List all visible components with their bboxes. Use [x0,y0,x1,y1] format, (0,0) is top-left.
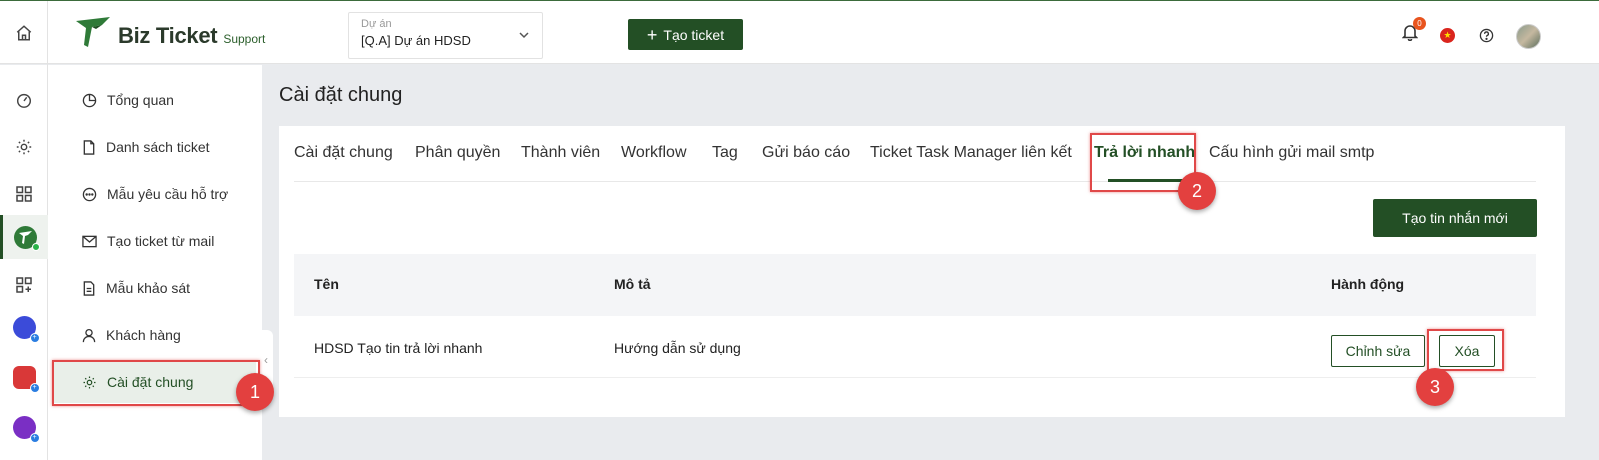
tab-members[interactable]: Thành viên [521,144,600,162]
rail-app-2[interactable]: + [0,307,48,347]
sidebar-item-overview[interactable]: Tổng quan [54,79,256,121]
highlight-box-delete [1427,329,1504,371]
logo-sub: Support [223,32,266,46]
sidebar-item-label: Mẫu khảo sát [106,280,191,296]
logo-name: Biz Ticket [118,23,218,48]
tab-smtp-config[interactable]: Cấu hình gửi mail smtp [1209,144,1374,162]
chevron-left-icon: ‹ [264,353,268,367]
page-title: Cài đặt chung [279,84,403,106]
tab-tag[interactable]: Tag [712,144,738,162]
sidebar-item-customers[interactable]: Khách hàng [54,314,256,356]
mail-icon [82,235,97,247]
rail-biz-ticket[interactable] [0,215,48,259]
column-header-description: Mô tả [614,276,651,292]
table-header: Tên Mô tả Hành động [294,254,1536,316]
sidebar-item-ticket-list[interactable]: Danh sách ticket [54,126,256,168]
app-logo[interactable]: Biz Ticket Support [74,15,265,49]
highlight-box-sidebar [52,360,260,406]
row-name: HDSD Tạo tin trả lời nhanh [314,340,483,356]
plus-icon: + [646,24,658,45]
tab-workflow[interactable]: Workflow [621,144,687,162]
sidebar-item-label: Tạo ticket từ mail [107,233,215,249]
blue-app-icon: + [12,315,40,343]
document-icon [83,280,95,296]
create-ticket-label: Tạo ticket [663,26,725,43]
biz-ticket-app-icon [14,225,40,251]
tab-send-report[interactable]: Gửi báo cáo [762,144,850,162]
tab-general[interactable]: Cài đặt chung [294,144,393,162]
settings-card: Cài đặt chung Phân quyền Thành viên Work… [279,126,1565,417]
sidebar-item-ticket-from-mail[interactable]: Tạo ticket từ mail [54,220,256,262]
home-button[interactable] [0,1,48,65]
chevron-down-icon [519,32,529,39]
bot-app-icon: + [12,415,40,443]
chat-icon [82,187,97,201]
step-marker-2: 2 [1178,172,1216,210]
tab-permissions[interactable]: Phân quyền [415,144,500,162]
pie-chart-icon [82,93,97,107]
rail-dashboard[interactable] [0,80,48,120]
grid-add-icon [16,277,32,293]
top-bar: Biz Ticket Support Dự án [Q.A] Dự án HDS… [0,0,1599,65]
help-icon[interactable] [1479,28,1494,43]
column-header-name: Tên [314,276,339,292]
project-selector[interactable]: Dự án [Q.A] Dự án HDSD [348,12,543,59]
new-message-button[interactable]: Tạo tin nhắn mới [1373,199,1537,237]
step-marker-1: 1 [236,373,274,411]
grid-icon [16,186,32,202]
edit-button[interactable]: Chỉnh sửa [1331,335,1425,367]
sidebar-item-surveys[interactable]: Mẫu khảo sát [54,267,256,309]
app-rail: + + + [0,65,48,460]
tab-task-manager-link[interactable]: Ticket Task Manager liên kết [870,144,1072,162]
file-icon [83,139,95,155]
sidebar-item-request-templates[interactable]: Mẫu yêu cầu hỗ trợ [54,173,256,215]
sidebar-item-label: Danh sách ticket [106,139,210,155]
rail-add-app[interactable] [0,265,48,305]
row-description: Hướng dẫn sử dụng [614,340,741,356]
home-icon [16,25,31,41]
vietnam-flag-icon[interactable]: ★ [1440,28,1455,43]
table-row: HDSD Tạo tin trả lời nhanh Hướng dẫn sử … [294,316,1536,378]
sidebar-item-label: Tổng quan [107,92,174,108]
gear-icon [16,139,32,155]
sidebar-item-label: Khách hàng [106,327,181,343]
rail-apps[interactable] [0,174,48,214]
rail-app-3[interactable]: + [0,357,48,397]
column-header-actions: Hành động [1331,276,1405,292]
step-marker-3: 3 [1416,368,1454,406]
logo-icon [76,17,110,47]
speedometer-icon [16,93,32,108]
rail-app-4[interactable]: + [0,407,48,447]
project-value: [Q.A] Dự án HDSD [361,33,471,48]
settings-tabs: Cài đặt chung Phân quyền Thành viên Work… [294,126,1536,182]
rail-settings[interactable] [0,127,48,167]
create-ticket-button[interactable]: + Tạo ticket [628,19,743,50]
mail-app-icon: + [12,365,40,393]
user-icon [82,328,96,342]
project-label: Dự án [361,18,392,30]
avatar[interactable] [1516,24,1541,49]
notification-badge: 0 [1413,17,1426,30]
sidebar-item-label: Mẫu yêu cầu hỗ trợ [107,186,229,202]
